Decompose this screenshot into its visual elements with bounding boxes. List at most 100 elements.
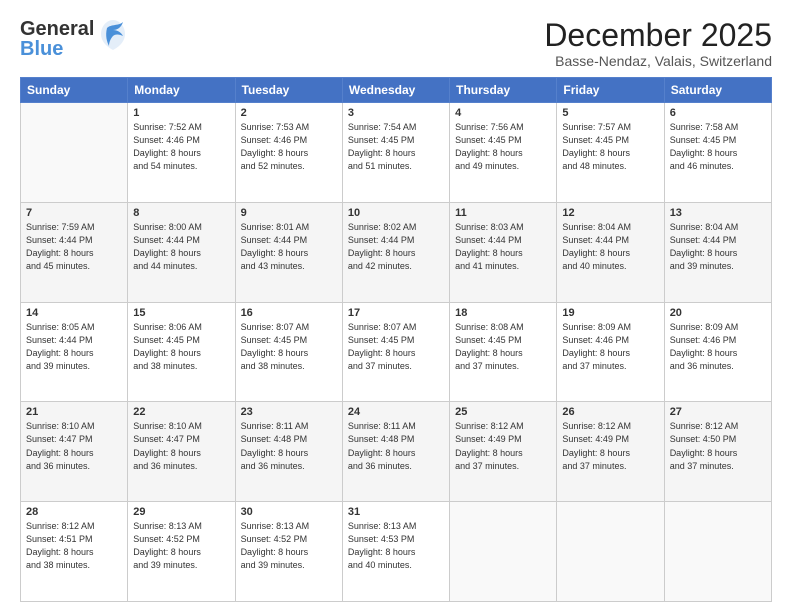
sunset-text: Sunset: 4:45 PM [670, 134, 766, 147]
day-number: 20 [670, 307, 766, 319]
calendar-title: December 2025 [544, 18, 772, 53]
sunrise-text: Sunrise: 8:12 AM [562, 420, 658, 433]
daylight-continued-text: and 37 minutes. [455, 360, 551, 373]
day-number: 4 [455, 107, 551, 119]
daylight-text: Daylight: 8 hours [348, 147, 444, 160]
col-sunday: Sunday [21, 78, 128, 103]
daylight-text: Daylight: 8 hours [241, 247, 337, 260]
sunset-text: Sunset: 4:44 PM [26, 334, 122, 347]
sunset-text: Sunset: 4:47 PM [26, 433, 122, 446]
table-row: 3Sunrise: 7:54 AMSunset: 4:45 PMDaylight… [342, 103, 449, 203]
daylight-continued-text: and 37 minutes. [562, 360, 658, 373]
calendar-week-row: 21Sunrise: 8:10 AMSunset: 4:47 PMDayligh… [21, 402, 772, 502]
daylight-continued-text: and 36 minutes. [26, 460, 122, 473]
daylight-continued-text: and 49 minutes. [455, 160, 551, 173]
sunrise-text: Sunrise: 8:04 AM [562, 221, 658, 234]
day-number: 25 [455, 406, 551, 418]
table-row [557, 502, 664, 602]
sunset-text: Sunset: 4:47 PM [133, 433, 229, 446]
day-number: 2 [241, 107, 337, 119]
table-row: 31Sunrise: 8:13 AMSunset: 4:53 PMDayligh… [342, 502, 449, 602]
day-number: 14 [26, 307, 122, 319]
daylight-continued-text: and 38 minutes. [133, 360, 229, 373]
table-row: 9Sunrise: 8:01 AMSunset: 4:44 PMDaylight… [235, 202, 342, 302]
daylight-continued-text: and 40 minutes. [562, 260, 658, 273]
sunset-text: Sunset: 4:46 PM [670, 334, 766, 347]
daylight-text: Daylight: 8 hours [133, 447, 229, 460]
table-row: 27Sunrise: 8:12 AMSunset: 4:50 PMDayligh… [664, 402, 771, 502]
table-row: 16Sunrise: 8:07 AMSunset: 4:45 PMDayligh… [235, 302, 342, 402]
table-row: 1Sunrise: 7:52 AMSunset: 4:46 PMDaylight… [128, 103, 235, 203]
sunrise-text: Sunrise: 8:13 AM [241, 520, 337, 533]
sunrise-text: Sunrise: 8:03 AM [455, 221, 551, 234]
day-number: 22 [133, 406, 229, 418]
day-number: 17 [348, 307, 444, 319]
daylight-text: Daylight: 8 hours [562, 147, 658, 160]
day-number: 1 [133, 107, 229, 119]
day-number: 26 [562, 406, 658, 418]
sunrise-text: Sunrise: 7:56 AM [455, 121, 551, 134]
daylight-text: Daylight: 8 hours [670, 447, 766, 460]
logo-blue: Blue [20, 39, 94, 59]
sunrise-text: Sunrise: 8:02 AM [348, 221, 444, 234]
daylight-continued-text: and 36 minutes. [670, 360, 766, 373]
page: General Blue December 2025 Basse-Nendaz,… [0, 0, 792, 612]
sunset-text: Sunset: 4:45 PM [455, 134, 551, 147]
daylight-continued-text: and 46 minutes. [670, 160, 766, 173]
sunset-text: Sunset: 4:48 PM [348, 433, 444, 446]
day-number: 30 [241, 506, 337, 518]
sunrise-text: Sunrise: 8:13 AM [348, 520, 444, 533]
sunset-text: Sunset: 4:44 PM [348, 234, 444, 247]
daylight-text: Daylight: 8 hours [26, 247, 122, 260]
logo: General Blue [20, 18, 127, 59]
day-number: 6 [670, 107, 766, 119]
daylight-text: Daylight: 8 hours [670, 247, 766, 260]
sunrise-text: Sunrise: 8:11 AM [348, 420, 444, 433]
table-row: 5Sunrise: 7:57 AMSunset: 4:45 PMDaylight… [557, 103, 664, 203]
table-row: 22Sunrise: 8:10 AMSunset: 4:47 PMDayligh… [128, 402, 235, 502]
daylight-continued-text: and 36 minutes. [241, 460, 337, 473]
daylight-text: Daylight: 8 hours [26, 347, 122, 360]
sunset-text: Sunset: 4:49 PM [455, 433, 551, 446]
daylight-text: Daylight: 8 hours [455, 147, 551, 160]
day-number: 21 [26, 406, 122, 418]
sunset-text: Sunset: 4:45 PM [348, 334, 444, 347]
day-number: 9 [241, 207, 337, 219]
day-number: 3 [348, 107, 444, 119]
table-row: 28Sunrise: 8:12 AMSunset: 4:51 PMDayligh… [21, 502, 128, 602]
sunrise-text: Sunrise: 8:10 AM [26, 420, 122, 433]
table-row [450, 502, 557, 602]
calendar-header-row: Sunday Monday Tuesday Wednesday Thursday… [21, 78, 772, 103]
table-row: 25Sunrise: 8:12 AMSunset: 4:49 PMDayligh… [450, 402, 557, 502]
calendar-week-row: 28Sunrise: 8:12 AMSunset: 4:51 PMDayligh… [21, 502, 772, 602]
daylight-text: Daylight: 8 hours [562, 247, 658, 260]
day-number: 18 [455, 307, 551, 319]
calendar-table: Sunday Monday Tuesday Wednesday Thursday… [20, 77, 772, 602]
table-row: 18Sunrise: 8:08 AMSunset: 4:45 PMDayligh… [450, 302, 557, 402]
table-row: 13Sunrise: 8:04 AMSunset: 4:44 PMDayligh… [664, 202, 771, 302]
sunset-text: Sunset: 4:44 PM [562, 234, 658, 247]
daylight-text: Daylight: 8 hours [670, 147, 766, 160]
sunrise-text: Sunrise: 8:13 AM [133, 520, 229, 533]
day-number: 7 [26, 207, 122, 219]
daylight-continued-text: and 42 minutes. [348, 260, 444, 273]
sunrise-text: Sunrise: 7:58 AM [670, 121, 766, 134]
daylight-continued-text: and 48 minutes. [562, 160, 658, 173]
sunset-text: Sunset: 4:51 PM [26, 533, 122, 546]
daylight-text: Daylight: 8 hours [455, 247, 551, 260]
table-row: 15Sunrise: 8:06 AMSunset: 4:45 PMDayligh… [128, 302, 235, 402]
day-number: 12 [562, 207, 658, 219]
sunrise-text: Sunrise: 7:53 AM [241, 121, 337, 134]
day-number: 19 [562, 307, 658, 319]
sunrise-text: Sunrise: 8:09 AM [670, 321, 766, 334]
day-number: 29 [133, 506, 229, 518]
table-row: 2Sunrise: 7:53 AMSunset: 4:46 PMDaylight… [235, 103, 342, 203]
daylight-continued-text: and 43 minutes. [241, 260, 337, 273]
daylight-continued-text: and 40 minutes. [348, 559, 444, 572]
sunrise-text: Sunrise: 7:59 AM [26, 221, 122, 234]
day-number: 8 [133, 207, 229, 219]
sunrise-text: Sunrise: 7:54 AM [348, 121, 444, 134]
day-number: 27 [670, 406, 766, 418]
daylight-continued-text: and 37 minutes. [562, 460, 658, 473]
daylight-text: Daylight: 8 hours [455, 447, 551, 460]
